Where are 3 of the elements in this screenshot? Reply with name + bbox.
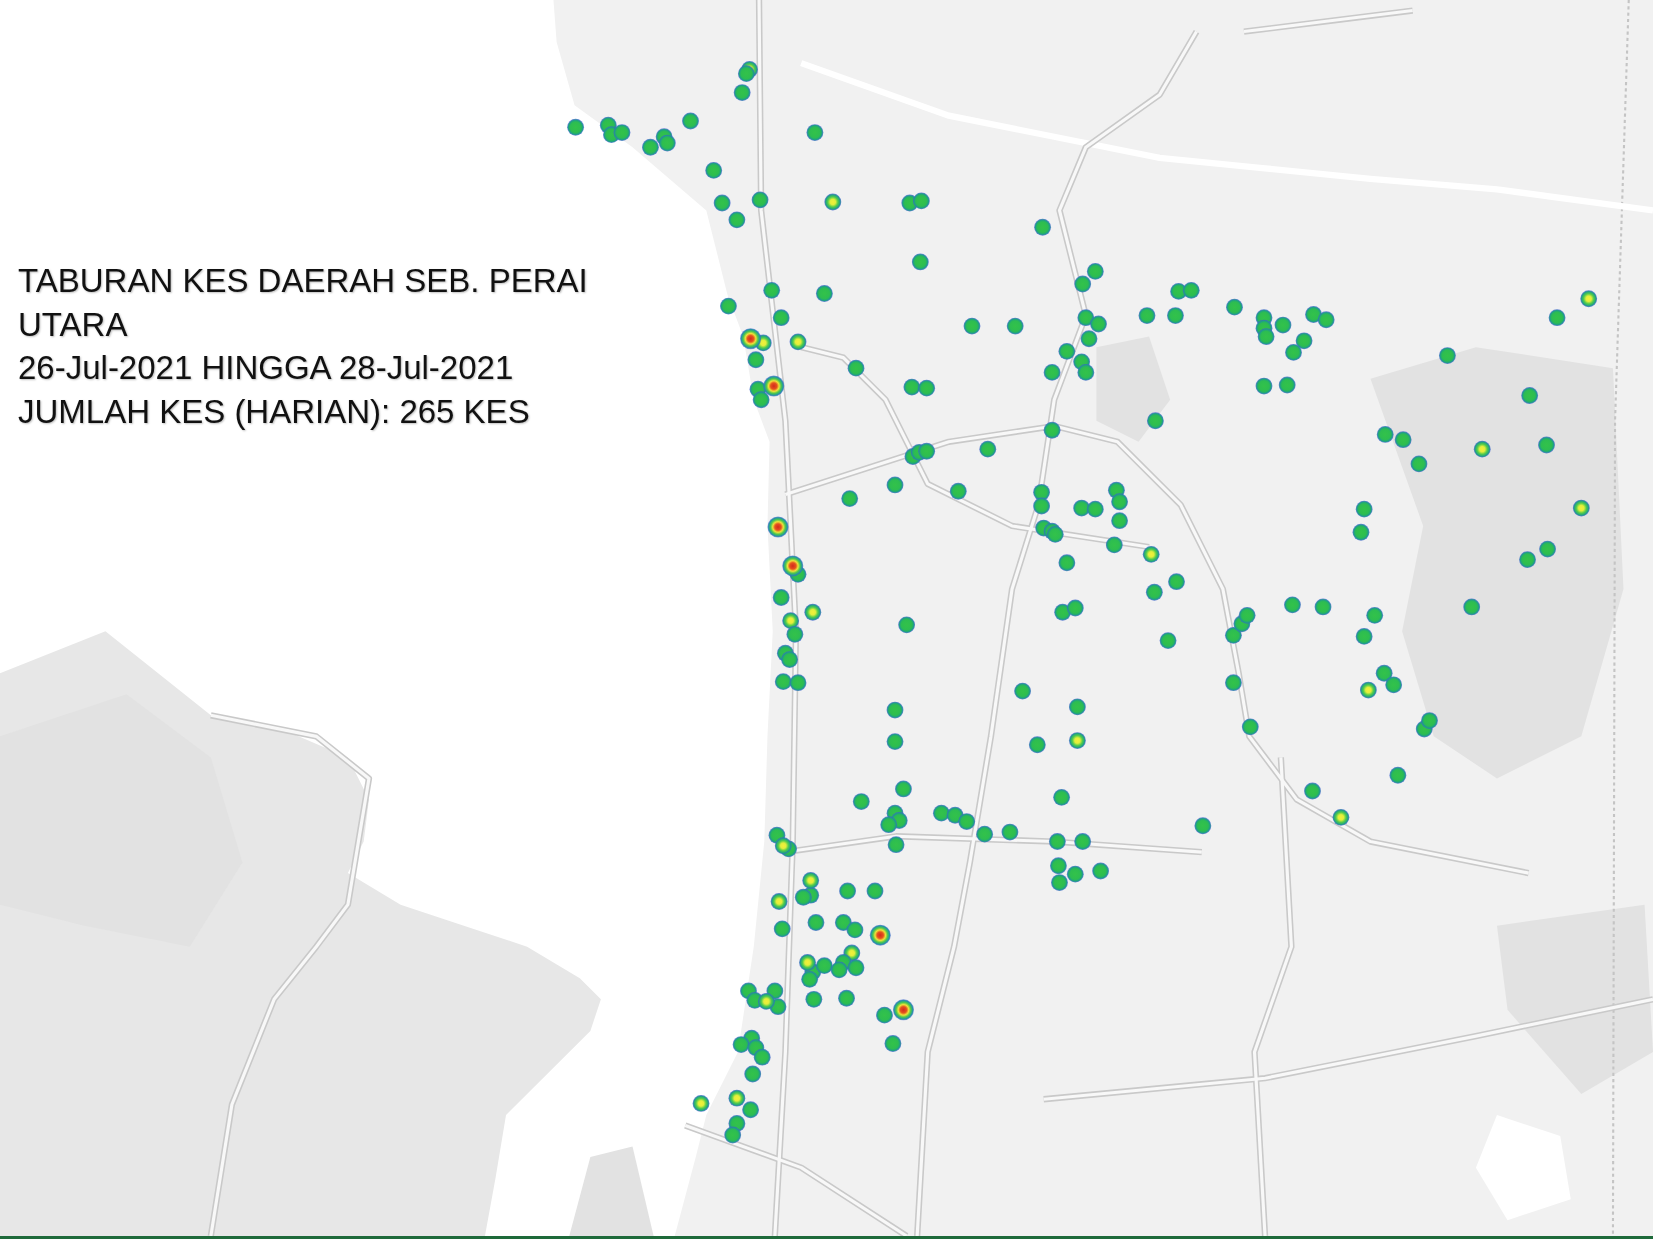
date-range: 26-Jul-2021 HINGGA 28-Jul-2021 [18, 348, 514, 388]
map-title: TABURAN KES DAERAH SEB. PERAI UTARA [18, 261, 589, 345]
case-total: JUMLAH KES (HARIAN): 265 KES [18, 391, 530, 432]
